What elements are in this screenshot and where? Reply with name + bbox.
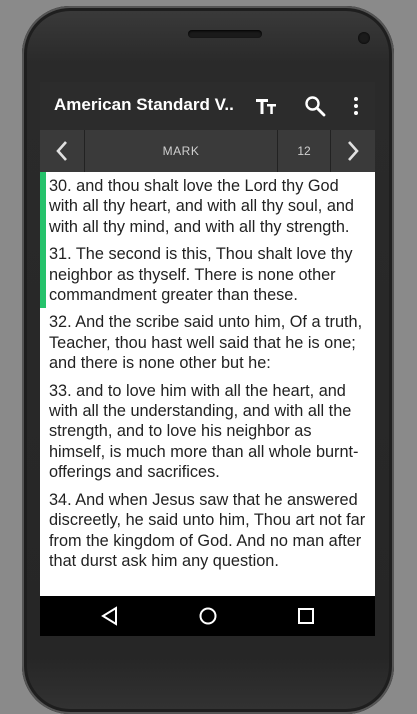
previous-chapter-button[interactable]: [40, 130, 84, 172]
search-icon[interactable]: [303, 94, 327, 118]
verse-list[interactable]: 30. and thou shalt love the Lord thy God…: [40, 172, 375, 596]
recents-icon[interactable]: [294, 604, 318, 628]
system-navigation-bar: [40, 596, 375, 636]
book-selector[interactable]: MARK: [85, 130, 277, 172]
next-chapter-button[interactable]: [331, 130, 375, 172]
earpiece: [188, 30, 262, 38]
verse-item[interactable]: 31. The second is this, Thou shalt love …: [40, 240, 375, 309]
overflow-menu-icon[interactable]: [344, 94, 368, 118]
chevron-left-icon: [56, 141, 67, 161]
app-title: American Standard V...: [54, 95, 234, 114]
verse-item[interactable]: 30. and thou shalt love the Lord thy God…: [40, 172, 375, 241]
app-screen: American Standard V... MARK 12 30. and t…: [40, 82, 375, 636]
back-icon[interactable]: [98, 604, 122, 628]
chapter-selector[interactable]: 12: [278, 130, 330, 172]
verse-item[interactable]: 32. And the scribe said unto him, Of a t…: [40, 308, 375, 376]
chevron-right-icon: [348, 141, 359, 161]
chapter-navigation: MARK 12: [40, 130, 375, 172]
phone-frame: American Standard V... MARK 12 30. and t…: [22, 6, 394, 714]
front-camera: [358, 32, 370, 44]
verse-item[interactable]: 33. and to love him with all the heart, …: [40, 377, 375, 486]
home-icon[interactable]: [196, 604, 220, 628]
action-bar: American Standard V...: [40, 82, 375, 130]
verse-item[interactable]: 34. And when Jesus saw that he answered …: [40, 486, 375, 575]
text-size-icon[interactable]: [254, 94, 278, 118]
